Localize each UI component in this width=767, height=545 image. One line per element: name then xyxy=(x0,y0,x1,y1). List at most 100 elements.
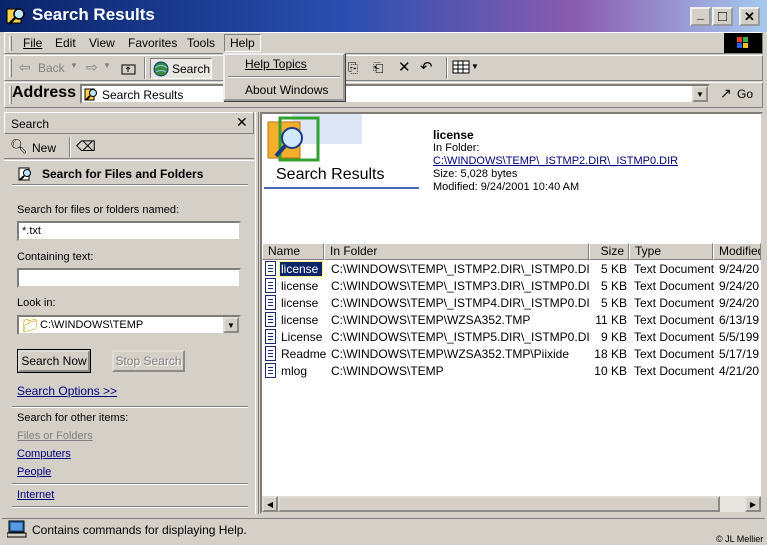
forward-button[interactable]: ⇨ ▼ xyxy=(84,59,116,77)
computers-link[interactable]: Computers xyxy=(17,448,71,460)
maximize-icon: □ xyxy=(717,8,728,25)
menu-bar xyxy=(4,32,763,54)
go-button[interactable]: ↗ Go xyxy=(718,85,758,103)
search-assistant-button[interactable]: ⌫ xyxy=(76,138,96,156)
scrollbar-thumb[interactable] xyxy=(278,496,720,512)
menu-grip[interactable] xyxy=(9,36,12,51)
selected-name: license xyxy=(433,128,474,142)
menu-view[interactable]: View xyxy=(89,36,115,50)
about-windows-item[interactable]: About Windows xyxy=(245,83,328,97)
menu-file[interactable]: File xyxy=(23,36,42,50)
column-header-modified[interactable]: Modified xyxy=(713,243,761,260)
menu-separator xyxy=(228,76,340,78)
search-explorer-bar: Search ✕ 🔍︎ New ⌫ Search for Files and F… xyxy=(4,112,256,514)
forward-arrow-icon: ⇨ xyxy=(86,59,98,75)
menu-favorites[interactable]: Favorites xyxy=(128,36,177,50)
search-files-heading: Search for Files and Folders xyxy=(42,167,204,181)
table-row[interactable]: Readme C:\WINDOWS\TEMP\WZSA352.TMP\Piixi… xyxy=(262,346,761,363)
menu-tools[interactable]: Tools xyxy=(187,36,215,50)
search-options-link[interactable]: Search Options >> xyxy=(17,384,117,398)
minimize-button[interactable]: _ xyxy=(690,7,711,26)
text-document-icon xyxy=(265,329,276,344)
address-input[interactable]: Search Results ▼ xyxy=(80,84,710,104)
table-row[interactable]: license C:\WINDOWS\TEMP\_ISTMP2.DIR\_IST… xyxy=(262,261,761,278)
scroll-right-button[interactable]: ▶ xyxy=(745,496,761,512)
table-row[interactable]: license C:\WINDOWS\TEMP\_ISTMP3.DIR\_IST… xyxy=(262,278,761,295)
search-pane-header: Search ✕ xyxy=(4,112,254,134)
people-link[interactable]: People xyxy=(17,466,51,478)
search-now-button[interactable]: Search Now xyxy=(17,349,91,373)
horizontal-scrollbar[interactable]: ◀ ▶ xyxy=(262,496,761,512)
status-text: Contains commands for displaying Help. xyxy=(32,523,247,537)
views-button[interactable]: ▼ xyxy=(452,60,480,77)
copy-to-button[interactable]: ⎗ xyxy=(373,60,393,77)
windows-flag-icon xyxy=(737,37,748,48)
new-search-icon: 🔍︎ xyxy=(10,138,28,154)
folder-icon: 📁︎ xyxy=(22,318,39,333)
scroll-left-button[interactable]: ◀ xyxy=(262,496,278,512)
in-folder-label: In Folder: xyxy=(433,142,480,154)
back-button[interactable]: ⇦ Back ▼ xyxy=(17,59,79,77)
toolbar-grip[interactable] xyxy=(9,59,12,77)
text-document-icon xyxy=(265,346,276,361)
status-bar: Contains commands for displaying Help. ©… xyxy=(0,518,767,545)
search-pane-toolbar: 🔍︎ New ⌫ xyxy=(4,134,254,159)
column-header-folder[interactable]: In Folder xyxy=(324,243,589,260)
close-icon: ✕ xyxy=(744,9,755,24)
column-header-name[interactable]: Name xyxy=(262,243,324,260)
column-header-type[interactable]: Type xyxy=(629,243,713,260)
menu-edit[interactable]: Edit xyxy=(55,36,76,50)
delete-button[interactable]: ✕ xyxy=(398,58,416,76)
table-row[interactable]: License C:\WINDOWS\TEMP\_ISTMP5.DIR\_IST… xyxy=(262,329,761,346)
selected-folder-link[interactable]: C:\WINDOWS\TEMP\_ISTMP2.DIR\_ISTMP0.DIR xyxy=(433,155,678,167)
help-topics-item[interactable]: Help Topics xyxy=(245,57,307,71)
toolbar-separator xyxy=(446,57,448,79)
files-or-folders-link[interactable]: Files or Folders xyxy=(17,430,93,442)
containing-text-input[interactable] xyxy=(17,268,241,288)
search-toolbar-button[interactable]: Search xyxy=(150,58,212,79)
computer-icon xyxy=(7,520,27,538)
search-results-small-icon xyxy=(84,88,97,101)
search-pane-title: Search xyxy=(11,117,50,131)
divider xyxy=(12,184,248,185)
text-document-icon xyxy=(265,278,276,293)
close-pane-icon[interactable]: ✕ xyxy=(236,114,248,131)
chevron-down-icon: ▼ xyxy=(227,320,235,330)
new-search-button[interactable]: 🔍︎ New xyxy=(10,138,64,157)
title-bar[interactable]: Search Results _ □ ✕ xyxy=(0,0,767,32)
pane-splitter[interactable] xyxy=(255,112,259,514)
table-row[interactable]: license C:\WINDOWS\TEMP\WZSA352.TMP 11 K… xyxy=(262,312,761,329)
undo-button[interactable]: ↶ xyxy=(420,58,440,76)
menu-help[interactable]: Help xyxy=(224,34,261,52)
move-to-button[interactable]: ⎘ xyxy=(348,60,368,77)
undo-icon: ↶ xyxy=(420,59,433,76)
up-folder-button[interactable] xyxy=(120,60,138,77)
go-arrow-icon: ↗ xyxy=(720,85,732,101)
containing-label: Containing text: xyxy=(17,251,94,263)
table-row[interactable]: license C:\WINDOWS\TEMP\_ISTMP4.DIR\_IST… xyxy=(262,295,761,312)
maximize-button[interactable]: □ xyxy=(712,7,733,26)
text-document-icon xyxy=(265,295,276,310)
table-row[interactable]: mlog C:\WINDOWS\TEMP 10 KB Text Document… xyxy=(262,363,761,380)
search-window-icon xyxy=(6,8,25,25)
window-title: Search Results xyxy=(32,5,155,24)
divider xyxy=(12,483,248,484)
help-dropdown-menu: Help Topics About Windows xyxy=(223,53,345,101)
stop-search-button[interactable]: Stop Search xyxy=(112,350,185,372)
move-to-icon: ⎘ xyxy=(348,60,359,75)
column-header-size[interactable]: Size xyxy=(589,243,629,260)
close-button[interactable]: ✕ xyxy=(739,7,760,26)
look-in-dropdown-button[interactable]: ▼ xyxy=(223,317,239,333)
divider xyxy=(4,160,254,161)
file-name-input[interactable]: *.txt xyxy=(17,221,241,241)
delete-x-icon: ✕ xyxy=(398,59,411,76)
internet-link[interactable]: Internet xyxy=(17,489,54,501)
views-grid-icon xyxy=(452,60,470,74)
forward-dropdown-icon: ▼ xyxy=(103,61,111,70)
look-in-select[interactable]: 📁︎ C:\WINDOWS\TEMP ▼ xyxy=(17,315,241,335)
back-dropdown-icon: ▼ xyxy=(70,61,78,70)
up-folder-icon xyxy=(121,64,136,75)
copy-to-icon: ⎗ xyxy=(373,60,384,75)
address-dropdown-button[interactable]: ▼ xyxy=(692,86,708,102)
erase-icon: ⌫ xyxy=(76,138,96,154)
